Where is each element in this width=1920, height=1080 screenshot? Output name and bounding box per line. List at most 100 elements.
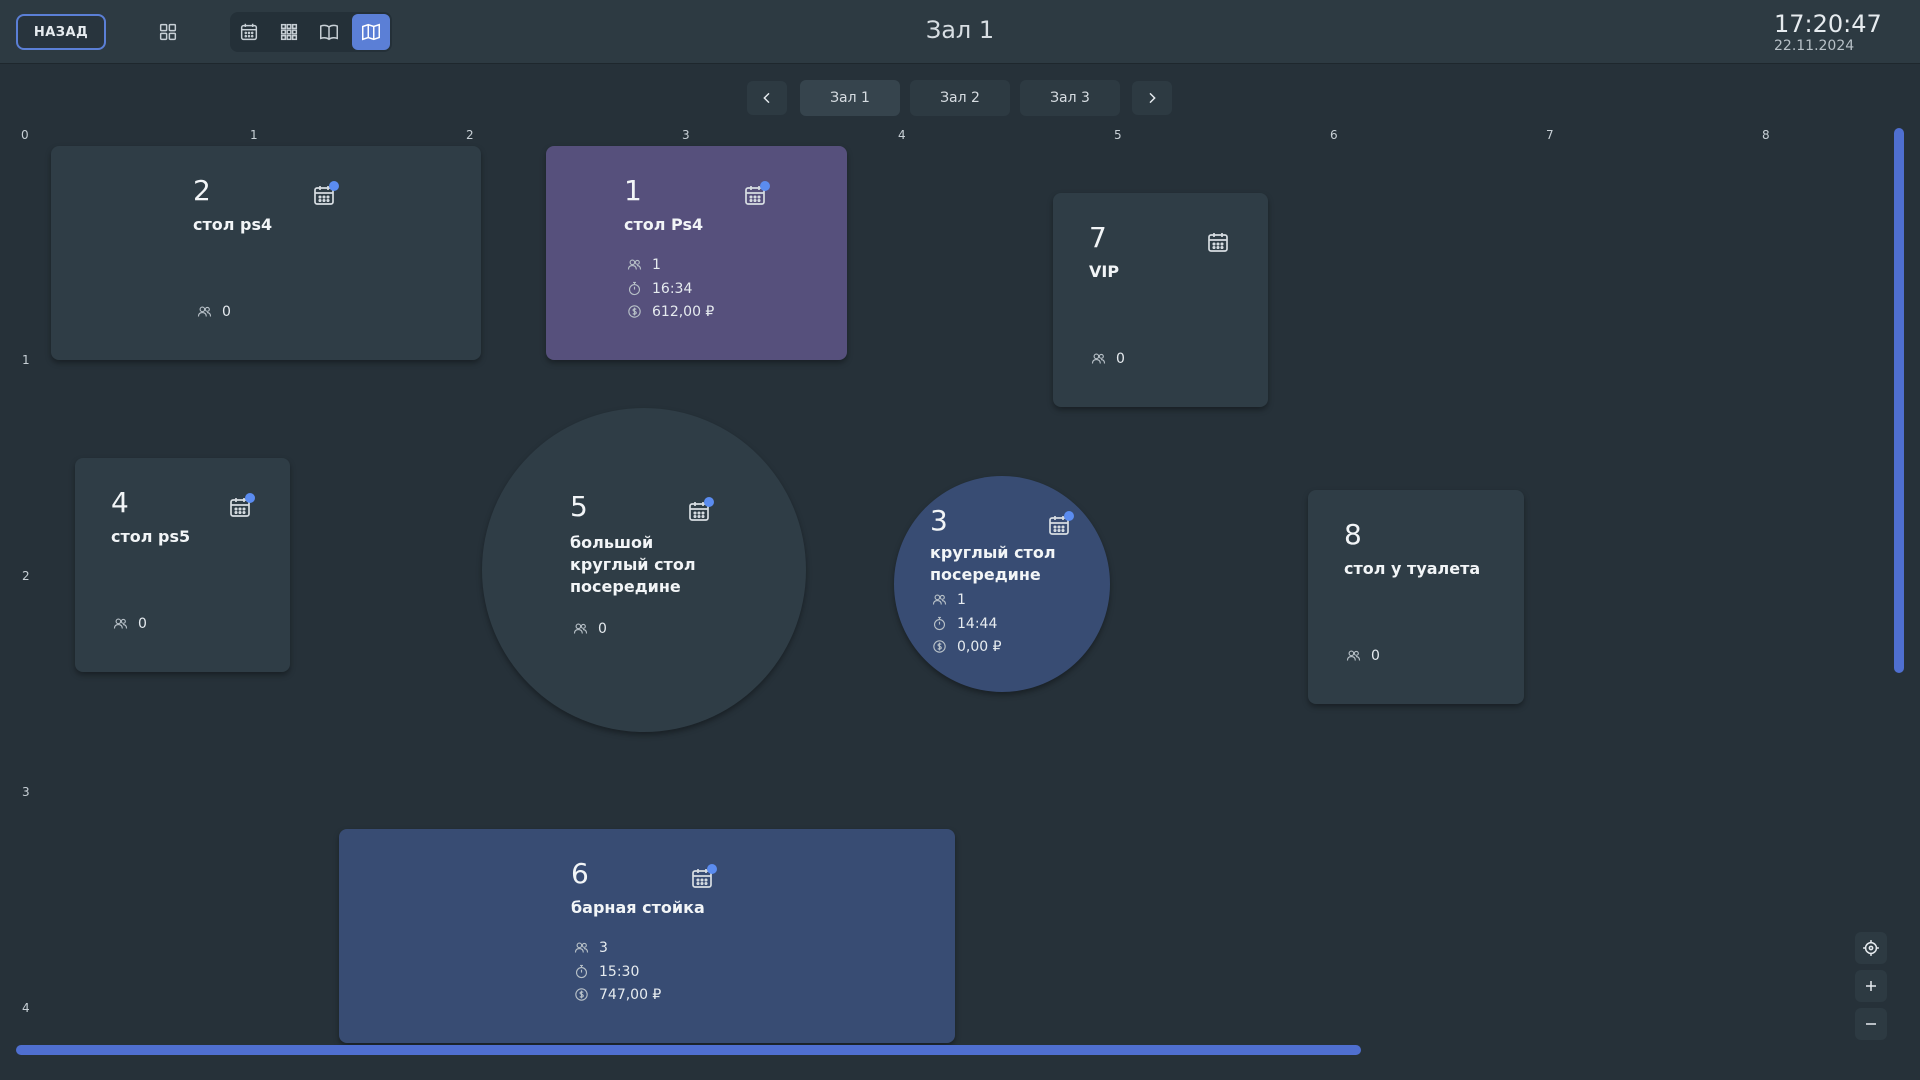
table-name: стол ps5 <box>111 527 191 546</box>
map-view-button[interactable] <box>352 14 390 50</box>
ruler-y-label: 4 <box>22 1001 30 1015</box>
horizontal-scrollbar[interactable] <box>16 1045 1361 1055</box>
guests-count: 0 <box>222 303 231 320</box>
table-7[interactable]: 7 VIP 0 <box>1053 193 1268 407</box>
users-icon <box>113 618 128 629</box>
table-number: 6 <box>571 857 589 890</box>
dots-grid-icon <box>280 23 298 41</box>
prev-hall-button[interactable] <box>747 81 787 115</box>
booking-button[interactable] <box>690 864 717 892</box>
ruler-x-label: 8 <box>1762 128 1770 142</box>
calendar-icon <box>240 23 258 41</box>
session-time: 16:34 <box>652 280 693 297</box>
ruler-y-label: 2 <box>22 569 30 583</box>
session-amount: 0,00 ₽ <box>957 638 1002 655</box>
ruler-x-label: 6 <box>1330 128 1338 142</box>
ruler-x-label: 5 <box>1114 128 1122 142</box>
crosshair-icon <box>1863 940 1879 956</box>
table-number: 4 <box>111 486 129 519</box>
back-button[interactable]: НАЗАД <box>16 14 106 50</box>
booking-indicator <box>707 864 717 874</box>
time-row: 16:34 <box>626 280 692 297</box>
ruler-x-label: 0 <box>21 128 29 142</box>
amount-row: 612,00 ₽ <box>626 303 714 320</box>
table-6[interactable]: 6 барная стойка 3 15:30 747,00 ₽ <box>339 829 955 1043</box>
guests-row: 1 <box>931 591 966 608</box>
booking-button[interactable] <box>1047 511 1074 539</box>
table-5[interactable]: 5 большой круглый стол посередине 0 <box>482 408 806 732</box>
ruler-x-label: 7 <box>1546 128 1554 142</box>
table-number: 3 <box>930 504 948 537</box>
guests-count: 3 <box>599 939 608 956</box>
menu-view-button[interactable] <box>310 14 348 50</box>
table-name: большой круглый стол посередине <box>570 533 696 596</box>
view-switcher <box>230 12 392 52</box>
table-2[interactable]: 2 стол ps4 0 <box>51 146 481 360</box>
session-time: 14:44 <box>957 615 998 632</box>
chevron-right-icon <box>1149 92 1156 104</box>
guests-row: 3 <box>573 939 608 956</box>
grid-view-button[interactable] <box>149 14 187 50</box>
ruler-x-label: 1 <box>250 128 258 142</box>
clock-date: 22.11.2024 <box>1774 38 1855 54</box>
booking-button[interactable] <box>687 497 714 525</box>
table-name: VIP <box>1089 262 1120 281</box>
booking-indicator <box>245 493 255 503</box>
tab-hall-2[interactable]: Зал 2 <box>910 80 1010 116</box>
session-amount: 747,00 ₽ <box>599 986 662 1003</box>
table-number: 2 <box>193 174 211 207</box>
amount-row: 0,00 ₽ <box>931 638 1002 655</box>
guests-count: 1 <box>652 256 661 273</box>
center-map-button[interactable] <box>1855 932 1887 964</box>
table-number: 5 <box>570 490 588 523</box>
tab-hall-3[interactable]: Зал 3 <box>1020 80 1120 116</box>
calendar-view-button[interactable] <box>230 14 268 50</box>
table-name: стол Ps4 <box>624 215 704 234</box>
chevron-left-icon <box>763 92 770 104</box>
users-icon <box>932 594 947 605</box>
table-8[interactable]: 8 стол у туалета 0 <box>1308 490 1524 704</box>
booking-indicator <box>329 181 339 191</box>
ruler-y-label: 3 <box>22 785 30 799</box>
table-1[interactable]: 1 стол Ps4 1 16:34 612,00 ₽ <box>546 146 847 360</box>
tab-hall-1[interactable]: Зал 1 <box>800 80 900 116</box>
guests-row: 0 <box>572 620 607 637</box>
booking-button[interactable] <box>743 181 770 209</box>
hall-map[interactable]: 0 1 2 3 4 5 6 7 8 1 2 3 4 2 стол ps4 0 1… <box>16 124 1894 1054</box>
table-number: 7 <box>1089 221 1107 254</box>
map-icon <box>362 23 380 41</box>
users-icon <box>627 259 642 270</box>
minus-icon <box>1866 1023 1876 1025</box>
table-3[interactable]: 3 круглый стол посередине 1 14:44 0,00 ₽ <box>894 476 1110 692</box>
booking-indicator <box>704 497 714 507</box>
clock-time: 17:20:47 <box>1774 10 1882 38</box>
grid-icon <box>159 23 177 41</box>
table-number: 8 <box>1344 518 1362 551</box>
users-icon <box>574 942 589 953</box>
guests-row: 0 <box>1090 350 1125 367</box>
table-4[interactable]: 4 стол ps5 0 <box>75 458 290 672</box>
guests-row: 0 <box>112 615 147 632</box>
vertical-scrollbar[interactable] <box>1894 128 1904 673</box>
booking-indicator <box>760 181 770 191</box>
guests-row: 0 <box>1345 647 1380 664</box>
table-name: стол у туалета <box>1344 559 1481 578</box>
tiles-view-button[interactable] <box>270 14 308 50</box>
guests-count: 0 <box>1116 350 1125 367</box>
guests-count: 1 <box>957 591 966 608</box>
book-icon <box>320 24 338 41</box>
users-icon <box>1091 353 1106 364</box>
time-row: 15:30 <box>573 963 639 980</box>
booking-button[interactable] <box>228 493 255 521</box>
top-bar: НАЗАД Зал 1 17:20:47 22.11.2024 <box>0 0 1920 64</box>
stopwatch-icon <box>575 964 588 979</box>
booking-button[interactable] <box>312 181 339 209</box>
booking-button[interactable] <box>1206 230 1232 256</box>
time-row: 14:44 <box>931 615 997 632</box>
zoom-out-button[interactable] <box>1855 1008 1887 1040</box>
session-amount: 612,00 ₽ <box>652 303 715 320</box>
zoom-in-button[interactable] <box>1855 970 1887 1002</box>
stopwatch-icon <box>933 616 946 631</box>
table-name: круглый стол посередине <box>930 543 1056 584</box>
next-hall-button[interactable] <box>1132 81 1172 115</box>
